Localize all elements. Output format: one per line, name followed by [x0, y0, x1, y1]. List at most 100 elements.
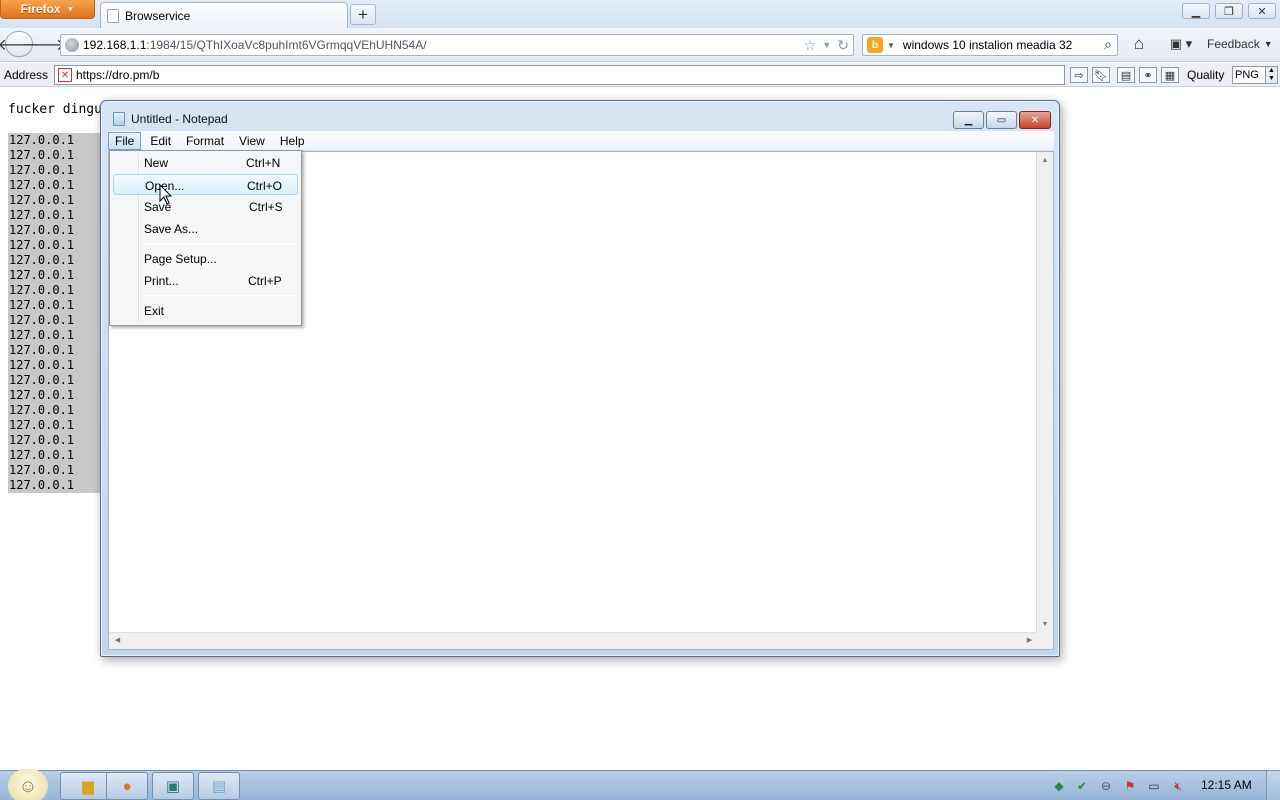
page-icon [107, 8, 119, 23]
browser-restore-button[interactable]: ❐ [1215, 3, 1243, 19]
start-button[interactable]: ☺ [8, 769, 48, 800]
go-button[interactable]: ⇨ [1070, 67, 1088, 83]
menu-separator [141, 295, 296, 296]
clipboard-button[interactable]: ▤ [1117, 67, 1135, 83]
taskbar-notepad[interactable]: ▤ [198, 772, 240, 800]
tray-volume-muted-icon[interactable]: 🔇︎ [1170, 778, 1186, 794]
notepad-maximize-button[interactable]: ▭ [986, 111, 1017, 129]
ip-line: 127.0.0.1 [9, 433, 75, 447]
menu-edit[interactable]: Edit [144, 133, 177, 149]
tray-flag-icon[interactable]: ⚑ [1122, 778, 1138, 794]
menu-item-shortcut: Ctrl+P [248, 274, 282, 288]
quality-select[interactable]: PNG ▲ ▼ [1232, 66, 1278, 84]
find-button[interactable]: ⚭ [1139, 67, 1157, 83]
new-tab-button[interactable]: + [350, 4, 376, 25]
tab-browservice[interactable]: Browservice [100, 2, 348, 28]
menu-item-save[interactable]: Save Ctrl+S [113, 196, 298, 217]
menu-item-shortcut: Ctrl+O [247, 179, 283, 193]
feedback-button[interactable]: Feedback ▼ [1207, 32, 1277, 56]
reload-icon[interactable]: ↻ [837, 37, 849, 54]
address-input[interactable]: ✕ https://dro.pm/b [54, 65, 1065, 85]
notepad-icon [113, 112, 125, 126]
bookmarks-button[interactable]: ▣ ▾ [1164, 32, 1198, 56]
tray-network-icon[interactable]: ◆ [1051, 778, 1067, 794]
menu-view[interactable]: View [233, 133, 271, 149]
show-desktop-button[interactable] [1266, 771, 1280, 800]
scroll-left-icon[interactable]: ◀ [109, 633, 126, 649]
clock[interactable]: 12:15 AM [1201, 778, 1252, 792]
menu-file[interactable]: File [108, 131, 142, 150]
ip-line: 127.0.0.1 [9, 208, 75, 222]
browservice-toolbar: Address ✕ https://dro.pm/b ⇨ 🔖︎ ▤ ⚭ ▦ Qu… [0, 63, 1280, 87]
ip-line: 127.0.0.1 [9, 223, 75, 237]
ip-line: 127.0.0.1 [9, 178, 75, 192]
ip-line: 127.0.0.1 [9, 418, 75, 432]
menu-item-exit[interactable]: Exit [113, 300, 298, 321]
quality-label: Quality [1187, 68, 1225, 82]
close-icon: ✕ [1257, 5, 1267, 18]
file-menu-dropdown: New Ctrl+N Open... Ctrl+O Save Ctrl+S Sa… [109, 150, 302, 326]
feedback-label: Feedback [1207, 37, 1260, 51]
ip-line: 127.0.0.1 [9, 448, 75, 462]
ip-line: 127.0.0.1 [9, 283, 75, 297]
scroll-corner [1036, 632, 1053, 649]
history-dropdown-icon[interactable]: ▼ [822, 37, 831, 54]
notepad-minimize-button[interactable]: ▁ [953, 111, 984, 129]
page-heading: fucker dingu [8, 102, 102, 117]
search-bar[interactable]: b ▼ windows 10 instalion meadia 32 ⌕ [862, 34, 1118, 56]
firefox-menu-button[interactable]: Firefox ▼ [0, 0, 95, 19]
ip-line: 127.0.0.1 [9, 133, 75, 147]
menu-item-label: New [144, 156, 169, 170]
ip-line: 127.0.0.1 [9, 358, 75, 372]
menu-item-new[interactable]: New Ctrl+N [113, 152, 298, 173]
ip-line: 127.0.0.1 [9, 328, 75, 342]
browser-minimize-button[interactable]: ▁ [1182, 3, 1210, 19]
tray-display-icon[interactable]: ▭ [1146, 778, 1162, 794]
taskbar-network[interactable]: ▣ [152, 772, 194, 800]
save-page-button[interactable]: ▦ [1161, 67, 1179, 83]
menu-item-open[interactable]: Open... Ctrl+O [113, 174, 298, 195]
tray-security-icon[interactable]: ✔ [1074, 778, 1090, 794]
network-icon: ▣ [165, 778, 181, 795]
menu-item-save-as[interactable]: Save As... [113, 218, 298, 239]
vertical-scrollbar[interactable]: ▲ ▼ [1036, 152, 1053, 633]
firefox-icon: ● [122, 777, 132, 795]
menu-item-shortcut: Ctrl+S [249, 200, 283, 214]
spinner-icon[interactable]: ▲ ▼ [1265, 67, 1277, 83]
bookmark-button[interactable]: 🔖︎ [1092, 67, 1110, 83]
ip-line: 127.0.0.1 [9, 478, 75, 492]
binoculars-icon: ⚭ [1143, 69, 1153, 82]
tray-minus-icon[interactable]: ⊖ [1098, 778, 1114, 794]
taskbar-firefox[interactable]: ● [106, 772, 148, 800]
chevron-down-icon: ▼ [66, 4, 75, 14]
menu-item-label: Exit [144, 304, 165, 318]
star-icon[interactable]: ☆ [804, 37, 817, 54]
scroll-up-icon[interactable]: ▲ [1037, 152, 1053, 169]
url-host: 192.168.1.1 [83, 38, 147, 52]
search-icon[interactable]: ⌕ [1104, 36, 1112, 53]
search-engine-icon[interactable]: b [867, 37, 883, 53]
forward-button[interactable]: 🡒 [23, 32, 66, 56]
ip-line: 127.0.0.1 [9, 268, 75, 282]
scroll-down-icon[interactable]: ▼ [1037, 616, 1053, 633]
menu-format[interactable]: Format [180, 133, 230, 149]
chevron-down-icon: ▼ [1263, 39, 1273, 49]
globe-icon [65, 38, 79, 52]
horizontal-scrollbar[interactable]: ◀ ▶ [109, 632, 1038, 649]
save-icon: ▦ [1164, 69, 1176, 82]
menu-item-page-setup[interactable]: Page Setup... [113, 248, 298, 269]
address-label: Address [4, 68, 49, 82]
menu-separator [141, 243, 296, 244]
menu-item-print[interactable]: Print... Ctrl+P [113, 270, 298, 291]
menu-item-shortcut: Ctrl+N [246, 156, 281, 170]
search-input[interactable]: windows 10 instalion meadia 32 [903, 38, 1072, 52]
home-button[interactable]: ⌂ [1128, 32, 1150, 56]
bookmarks-icon: ▣ ▾ [1169, 36, 1193, 51]
navigation-toolbar: 🡐 🡒 192.168.1.1:1984/15/QThIXoaVc8puhImt… [0, 28, 1280, 62]
url-bar[interactable]: 192.168.1.1:1984/15/QThIXoaVc8puhImt6VGr… [60, 34, 854, 56]
browser-close-button[interactable]: ✕ [1248, 3, 1276, 19]
ip-line: 127.0.0.1 [9, 403, 75, 417]
menu-help[interactable]: Help [274, 133, 311, 149]
tab-title: Browservice [125, 8, 191, 23]
notepad-close-button[interactable]: ✕ [1019, 111, 1051, 129]
